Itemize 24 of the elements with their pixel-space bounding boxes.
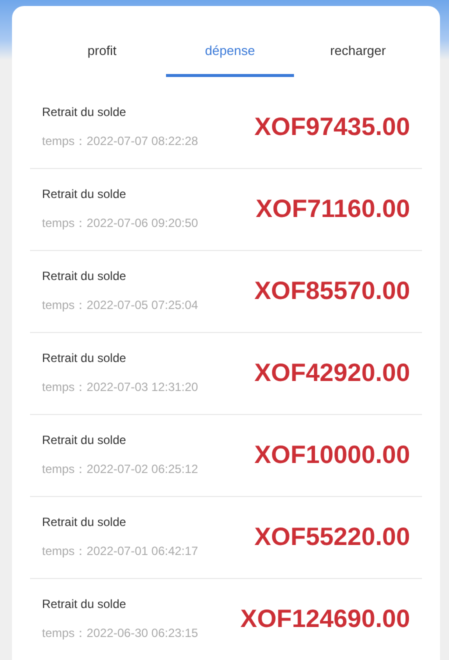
transaction-label: Retrait du solde [42,597,128,611]
transaction-time: temps：2022-07-03 12:31:20 [42,379,198,396]
transaction-label: Retrait du solde [42,433,128,447]
transaction-time: temps：2022-07-07 08:22:28 [42,133,198,150]
transaction-time: temps：2022-07-05 07:25:04 [42,297,198,314]
transaction-amount: XOF124690.00 [240,605,410,634]
transaction-label: Retrait du solde [42,515,128,529]
tab[interactable]: recharger [294,36,422,77]
transaction-amount: XOF42920.00 [254,359,410,388]
transaction-amount: XOF71160.00 [256,195,410,224]
transaction-time: temps：2022-07-02 06:25:12 [42,461,198,478]
transaction-label: Retrait du solde [42,105,128,119]
transaction-time: temps：2022-07-01 06:42:17 [42,543,198,560]
transaction-label: Retrait du solde [42,351,128,365]
transaction-amount: XOF10000.00 [254,441,410,470]
transaction-time: temps：2022-06-30 06:23:15 [42,625,198,642]
transaction-time: temps：2022-07-06 09:20:50 [42,215,198,232]
tab[interactable]: dépense [166,36,294,77]
transaction-label: Retrait du solde [42,187,128,201]
transaction-amount: XOF97435.00 [254,113,410,142]
tab[interactable]: profit [38,36,166,77]
transaction-amount: XOF55220.00 [254,523,410,552]
transaction-label: Retrait du solde [42,269,128,283]
transaction-amount: XOF85570.00 [254,277,410,306]
